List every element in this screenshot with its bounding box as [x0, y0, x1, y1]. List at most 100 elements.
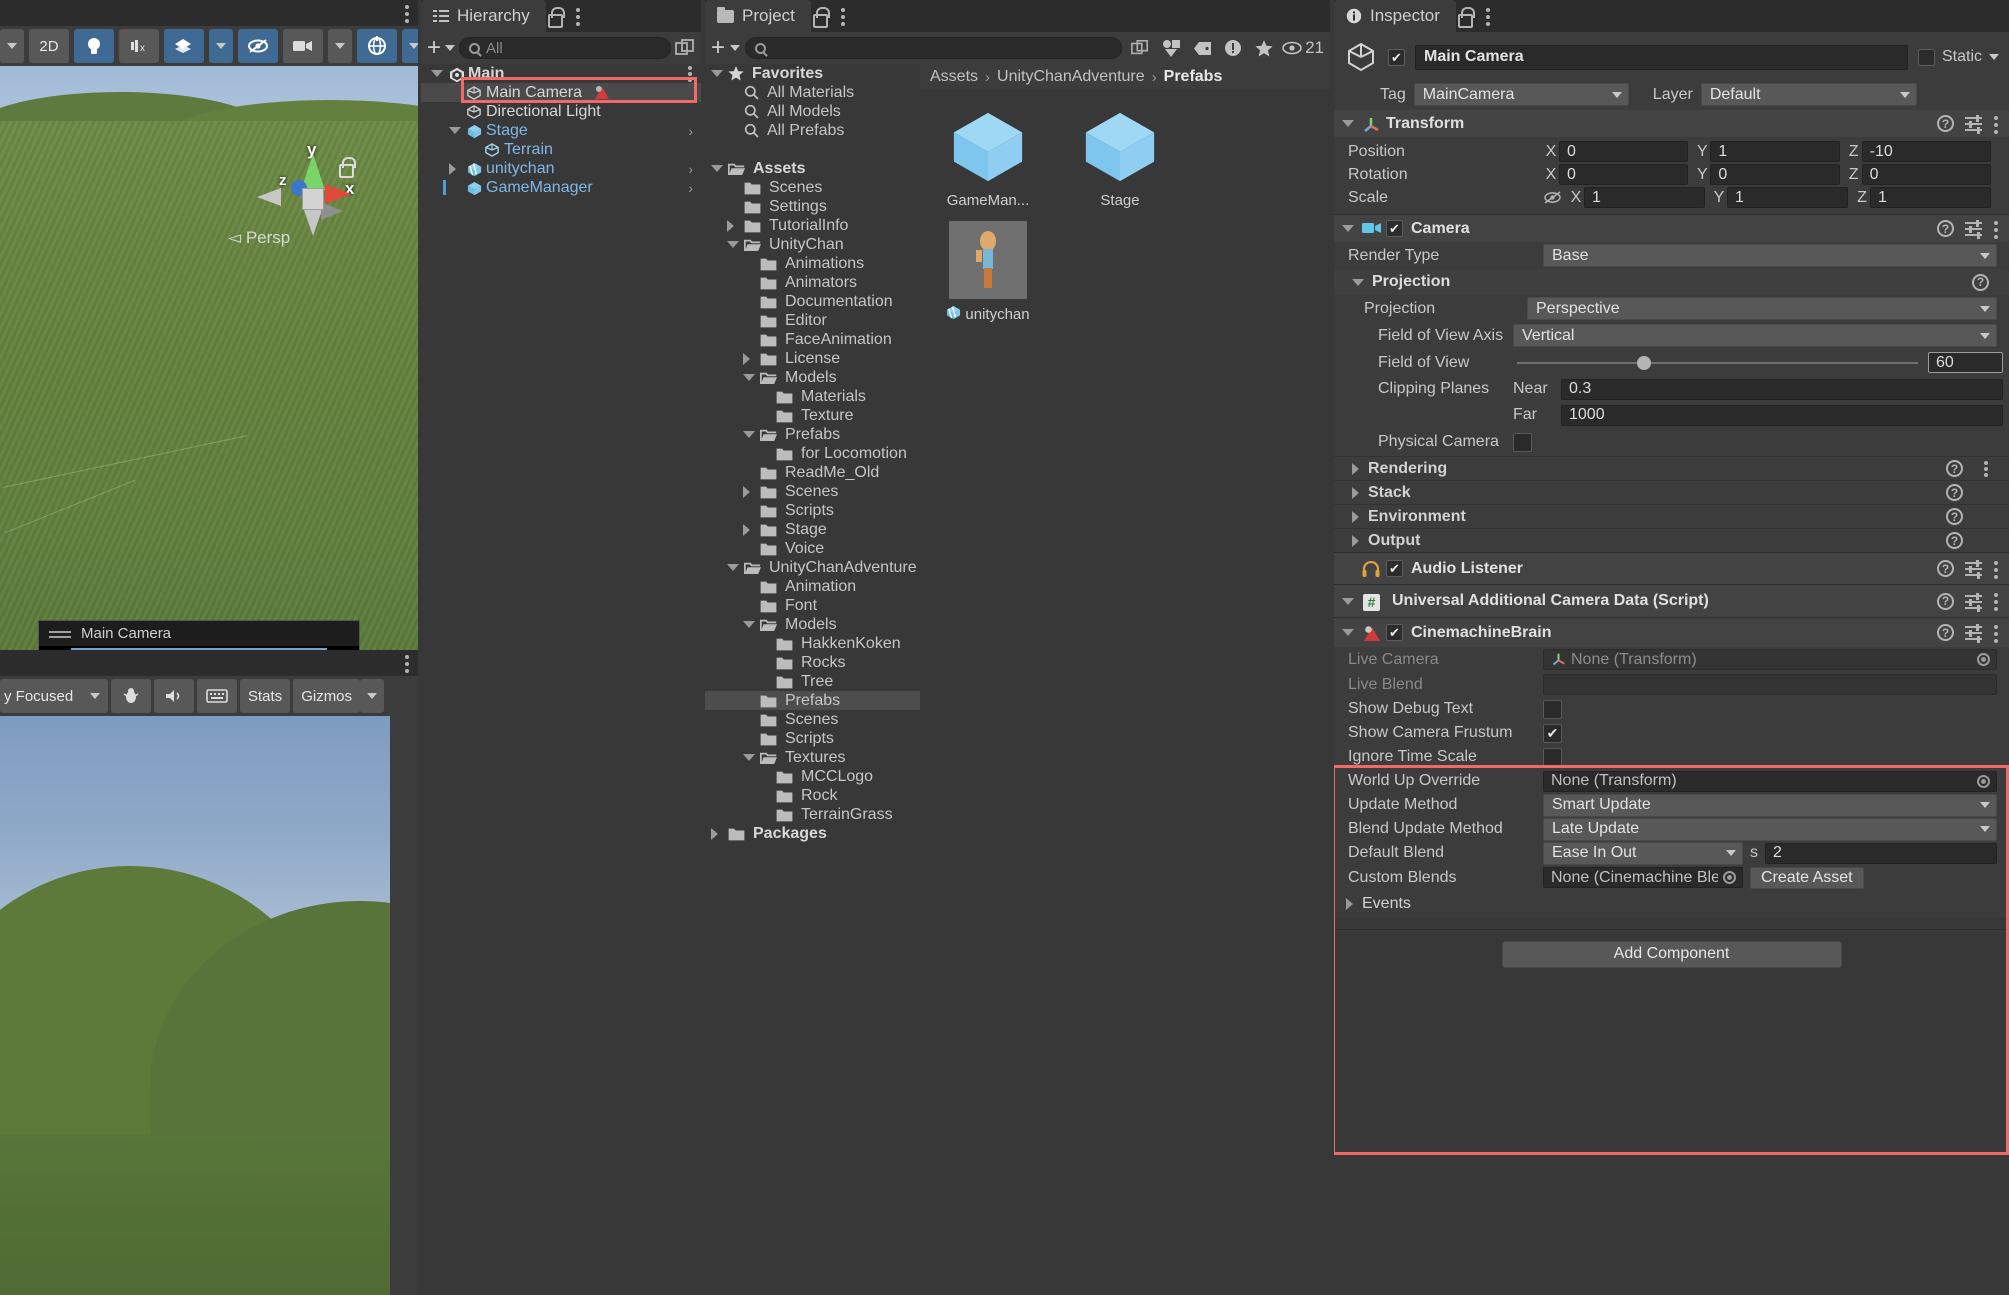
blend-update-method-dropdown[interactable]: Late Update — [1543, 818, 1997, 841]
scene-2d-toggle[interactable]: 2D — [29, 29, 69, 63]
project-add-icon[interactable]: + — [711, 36, 725, 60]
default-blend-seconds-input[interactable]: 2 — [1765, 843, 1997, 864]
foldout-arrow-icon[interactable] — [1352, 487, 1359, 499]
kebab-menu-icon[interactable] — [1983, 461, 1989, 477]
events-foldout[interactable]: Events — [1334, 890, 2009, 917]
hierarchy-prefab-open-icon[interactable]: › — [688, 123, 693, 139]
foldout-arrow-icon[interactable] — [727, 564, 739, 571]
create-asset-button[interactable]: Create Asset — [1750, 867, 1864, 889]
game-debug-icon[interactable] — [111, 679, 151, 713]
tab-hierarchy[interactable]: Hierarchy — [421, 0, 546, 32]
camera-foldout-output[interactable]: Output? — [1334, 528, 2009, 552]
kebab-menu-icon[interactable] — [1993, 558, 1999, 580]
asset-item[interactable]: Stage — [1074, 108, 1166, 209]
position-x-input[interactable]: 0 — [1559, 141, 1688, 162]
breadcrumb-segment[interactable]: Prefabs — [1164, 68, 1223, 86]
scene-lighting-icon[interactable] — [74, 29, 114, 63]
help-icon[interactable]: ? — [1946, 460, 1963, 477]
project-open-in-new-icon[interactable] — [1127, 36, 1153, 60]
help-icon[interactable]: ? — [1946, 484, 1963, 501]
gameobject-enabled-checkbox[interactable] — [1388, 49, 1405, 66]
scene-projection-label[interactable]: ◅ Persp — [228, 228, 290, 248]
preset-icon[interactable] — [1965, 594, 1982, 609]
foldout-arrow-icon[interactable] — [727, 220, 739, 232]
asset-item[interactable]: unitychan — [942, 221, 1034, 324]
favorite-filter-icon[interactable] — [1251, 36, 1277, 60]
foldout-arrow-icon[interactable] — [711, 828, 723, 840]
project-tree-item-voice[interactable]: Voice — [705, 539, 920, 558]
foldout-arrow-icon[interactable] — [711, 165, 723, 172]
project-tree-item-rock[interactable]: Rock — [705, 786, 920, 805]
fov-value-input[interactable]: 60 — [1928, 352, 2003, 373]
foldout-arrow-icon[interactable] — [1342, 629, 1354, 636]
object-picker-icon[interactable] — [1977, 653, 1990, 666]
project-tree-item-models[interactable]: Models — [705, 615, 920, 634]
project-tree-item-mcclogo[interactable]: MCCLogo — [705, 767, 920, 786]
project-tree-item-documentation[interactable]: Documentation — [705, 292, 920, 311]
hierarchy-prefab-open-icon[interactable]: › — [688, 180, 693, 196]
tab-inspector[interactable]: Inspector — [1334, 0, 1456, 32]
default-blend-dropdown[interactable]: Ease In Out — [1543, 842, 1743, 865]
preset-icon[interactable] — [1965, 116, 1982, 131]
game-gizmos-dropdown-icon[interactable] — [360, 679, 384, 713]
help-icon[interactable]: ? — [1937, 593, 1954, 610]
project-tree-item-texture[interactable]: Texture — [705, 406, 920, 425]
render-type-dropdown[interactable]: Base — [1543, 244, 1997, 267]
foldout-arrow-icon[interactable] — [1346, 898, 1353, 910]
foldout-arrow-icon[interactable] — [743, 431, 755, 438]
project-kebab-menu-icon[interactable] — [840, 5, 846, 27]
cinemachine-enabled-checkbox[interactable] — [1386, 624, 1403, 641]
scene-camera-dropdown-icon[interactable] — [328, 29, 352, 63]
hierarchy-item-gamemanager[interactable]: GameManager› — [421, 178, 701, 197]
warning-filter-icon[interactable] — [1220, 36, 1246, 60]
rotation-x-input[interactable]: 0 — [1559, 164, 1688, 185]
project-tree-item-readme-old[interactable]: ReadMe_Old — [705, 463, 920, 482]
game-stats-button[interactable]: Stats — [240, 679, 290, 713]
foldout-arrow-icon[interactable] — [711, 70, 723, 77]
hierarchy-open-in-new-icon[interactable] — [675, 38, 695, 58]
live-camera-field[interactable]: None (Transform) — [1543, 649, 1997, 670]
ignore-time-scale-checkbox[interactable] — [1543, 748, 1562, 767]
hierarchy-kebab-menu-icon[interactable] — [575, 5, 581, 27]
scene-gizmos-dropdown-icon[interactable] — [402, 29, 418, 63]
scene-kebab-menu-icon[interactable] — [404, 2, 410, 24]
scale-z-input[interactable]: 1 — [1870, 187, 1991, 208]
project-tree-item-hakkenkoken[interactable]: HakkenKoken — [705, 634, 920, 653]
hierarchy-add-icon[interactable]: + — [427, 36, 441, 60]
camera-foldout-stack[interactable]: Stack? — [1334, 480, 2009, 504]
foldout-arrow-icon[interactable] — [1352, 279, 1364, 286]
rotation-y-input[interactable]: 0 — [1710, 164, 1839, 185]
project-tree-item-prefabs[interactable]: Prefabs — [705, 691, 920, 710]
camera-foldout-rendering[interactable]: Rendering? — [1334, 456, 2009, 480]
foldout-arrow-icon[interactable] — [743, 524, 755, 536]
far-input[interactable]: 1000 — [1561, 405, 2003, 426]
project-tree-item-scripts[interactable]: Scripts — [705, 729, 920, 748]
tab-project[interactable]: Project — [705, 0, 811, 32]
project-tree-item-animators[interactable]: Animators — [705, 273, 920, 292]
world-up-override-field[interactable]: None (Transform) — [1543, 771, 1997, 792]
foldout-arrow-icon[interactable] — [1352, 511, 1359, 523]
project-tree-item-stage[interactable]: Stage — [705, 520, 920, 539]
scene-effects-icon[interactable] — [164, 29, 204, 63]
rotation-z-input[interactable]: 0 — [1862, 164, 1991, 185]
kebab-menu-icon[interactable] — [1993, 218, 1999, 240]
project-tree-item-font[interactable]: Font — [705, 596, 920, 615]
add-component-button[interactable]: Add Component — [1502, 941, 1842, 968]
tag-dropdown[interactable]: MainCamera — [1414, 83, 1629, 106]
foldout-arrow-icon[interactable] — [1342, 225, 1354, 232]
game-kebab-menu-icon[interactable] — [404, 652, 410, 674]
help-icon[interactable]: ? — [1946, 508, 1963, 525]
object-picker-icon[interactable] — [1977, 775, 1990, 788]
hierarchy-row-kebab-icon[interactable] — [687, 66, 693, 82]
object-picker-icon[interactable] — [1723, 871, 1736, 884]
kebab-menu-icon[interactable] — [1993, 590, 1999, 612]
physical-camera-checkbox[interactable] — [1513, 433, 1532, 452]
scene-tool-dropdown-icon[interactable] — [0, 29, 24, 63]
position-y-input[interactable]: 1 — [1710, 141, 1839, 162]
help-icon[interactable]: ? — [1937, 624, 1954, 641]
preset-icon[interactable] — [1965, 561, 1982, 576]
foldout-arrow-icon[interactable] — [1352, 535, 1359, 547]
camera-header[interactable]: Camera ? — [1334, 215, 2009, 242]
project-tree-item-for-locomotion[interactable]: for Locomotion — [705, 444, 920, 463]
drag-handle-icon[interactable] — [49, 629, 71, 639]
